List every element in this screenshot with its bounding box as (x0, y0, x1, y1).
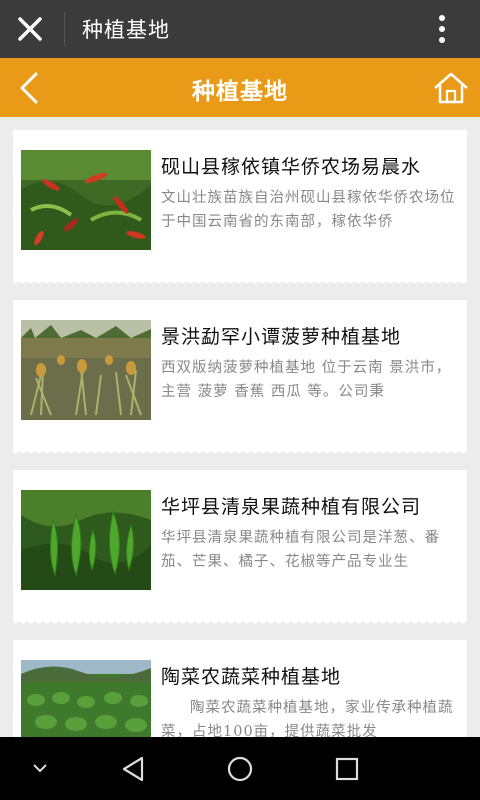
circle-home-icon[interactable] (226, 755, 254, 783)
item-thumbnail (21, 490, 151, 590)
home-icon[interactable] (432, 70, 470, 106)
item-desc: 西双版纳菠萝种植基地 位于云南 景洪市，主营 菠萝 香蕉 西瓜 等。公司秉 (161, 360, 452, 400)
system-navbar (0, 737, 480, 800)
list-item[interactable]: 陶菜农蔬菜种植基地 陶菜农蔬菜种植基地，家业传承种植蔬菜，占地100亩，提供蔬菜… (13, 640, 467, 737)
chevron-down-icon[interactable] (30, 761, 50, 775)
close-icon[interactable] (14, 14, 46, 44)
card-scalloped-edge (13, 278, 467, 284)
item-thumbnail (21, 660, 151, 737)
browser-topbar: 种植基地 (0, 0, 480, 58)
topbar-divider (64, 12, 65, 46)
list-item[interactable]: 景洪勐罕小谭菠萝种植基地 西双版纳菠萝种植基地 位于云南 景洪市，主营 菠萝 香… (13, 300, 467, 454)
card-scalloped-edge (13, 448, 467, 454)
card-scalloped-edge (13, 618, 467, 624)
item-name: 景洪勐罕小谭菠萝种植基地 (161, 326, 402, 348)
item-thumbnail (21, 320, 151, 420)
list-item[interactable]: 砚山县稼依镇华侨农场易晨水 文山壮族苗族自治州砚山县稼依华侨农场位于中国云南省的… (13, 130, 467, 284)
item-name: 砚山县稼依镇华侨农场易晨水 (161, 156, 422, 178)
topbar-title: 种植基地 (82, 18, 170, 42)
item-desc: 华坪县清泉果蔬种植有限公司是洋葱、番茄、芒果、橘子、花椒等产品专业生 (161, 530, 440, 570)
page-header: 种植基地 (0, 58, 480, 117)
item-name: 华坪县清泉果蔬种植有限公司 (161, 496, 422, 518)
more-vertical-icon[interactable] (428, 12, 456, 46)
item-desc: 陶菜农蔬菜种植基地，家业传承种植蔬菜，占地100亩，提供蔬菜批发 (161, 700, 454, 737)
item-name: 陶菜农蔬菜种植基地 (161, 666, 342, 688)
square-recents-icon[interactable] (334, 756, 360, 782)
base-list: 砚山县稼依镇华侨农场易晨水 文山壮族苗族自治州砚山县稼依华侨农场位于中国云南省的… (0, 117, 480, 737)
triangle-back-icon[interactable] (120, 755, 146, 783)
item-thumbnail (21, 150, 151, 250)
item-desc: 文山壮族苗族自治州砚山县稼依华侨农场位于中国云南省的东南部，稼依华侨 (161, 190, 456, 230)
page-title: 种植基地 (192, 79, 288, 105)
list-item[interactable]: 华坪县清泉果蔬种植有限公司 华坪县清泉果蔬种植有限公司是洋葱、番茄、芒果、橘子、… (13, 470, 467, 624)
